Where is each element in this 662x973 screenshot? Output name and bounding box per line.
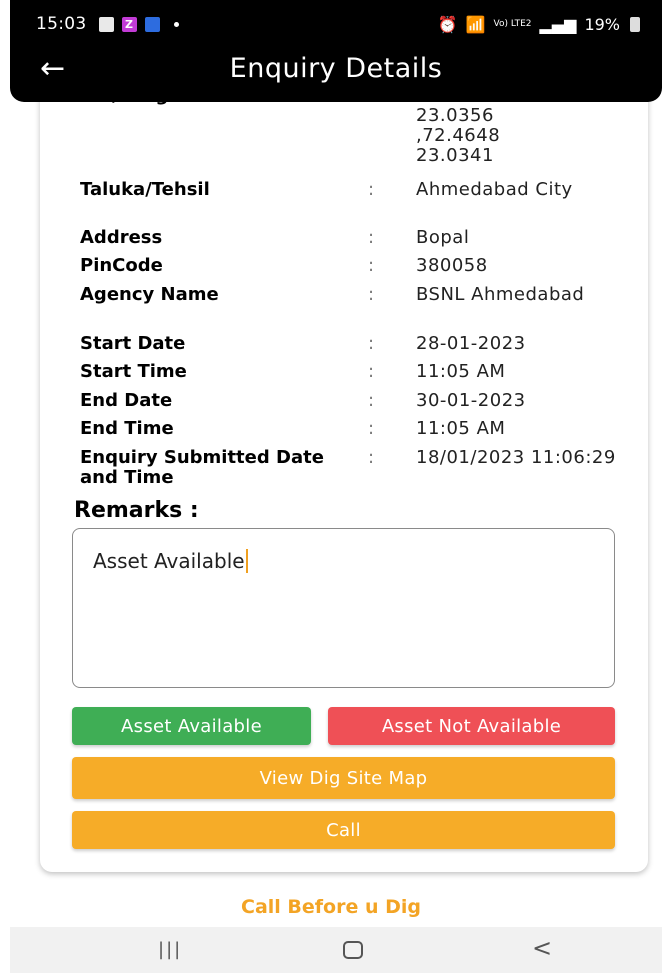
detail-colon: :	[368, 447, 375, 468]
detail-label: End Date	[80, 390, 173, 411]
detail-value: Bopal	[416, 227, 470, 248]
detail-colon: :	[368, 255, 375, 276]
latlong-line: 23.0356	[416, 105, 494, 126]
status-right: ⏰ 📶 Vo) LTE2 ▂▄▆ 19%	[438, 15, 640, 34]
nav-back-icon[interactable]: <	[532, 934, 552, 962]
zomato-notification-icon: Z	[121, 16, 137, 32]
app-notification-icon	[144, 16, 160, 32]
battery-percent: 19%	[584, 14, 620, 34]
android-nav-bar: ||| <	[10, 927, 662, 973]
detail-label: Start Date	[80, 333, 186, 354]
text-cursor	[245, 549, 248, 573]
detail-value: 18/01/2023 11:06:29	[416, 447, 616, 468]
detail-label: Agency Name	[80, 284, 219, 305]
alarm-icon: ⏰	[437, 14, 458, 34]
detail-value: 380058	[416, 255, 488, 276]
app-bar: ← Enquiry Details	[10, 50, 662, 92]
detail-value: 11:05 AM	[416, 361, 506, 382]
status-bar: 15:03 Z ⏰ 📶 Vo) LTE2 ▂▄▆ 19%	[36, 11, 640, 37]
detail-label: Taluka/Tehsil	[80, 179, 210, 200]
detail-colon: :	[368, 284, 375, 305]
detail-colon: :	[368, 390, 375, 411]
detail-colon: :	[368, 227, 375, 248]
asset-available-button[interactable]: Asset Available	[72, 707, 311, 745]
status-time: 15:03	[36, 14, 87, 34]
gallery-notification-icon	[98, 16, 114, 32]
detail-label: PinCode	[80, 255, 163, 276]
battery-icon	[630, 16, 640, 32]
detail-colon: :	[368, 179, 375, 200]
detail-colon: :	[368, 418, 375, 439]
network-info: Vo) LTE2	[493, 18, 532, 29]
top-bar: 15:03 Z ⏰ 📶 Vo) LTE2 ▂▄▆ 19% ← Enquiry D…	[10, 0, 662, 102]
call-button[interactable]: Call	[72, 811, 615, 849]
wifi-icon: 📶	[465, 14, 486, 34]
page-title: Enquiry Details	[229, 53, 443, 84]
more-notifications-dot-icon	[173, 21, 179, 27]
remarks-text: Asset Available	[93, 549, 245, 573]
latlong-line: 23.0341	[416, 145, 494, 166]
view-dig-site-map-button[interactable]: View Dig Site Map	[72, 757, 615, 799]
detail-colon: :	[368, 361, 375, 382]
detail-value: 30-01-2023	[416, 390, 526, 411]
recent-apps-icon[interactable]: |||	[158, 939, 182, 960]
detail-value: Ahmedabad City	[416, 179, 573, 200]
detail-label: Enquiry Submitted Date and Time	[80, 447, 324, 488]
home-icon[interactable]	[343, 941, 363, 959]
call-before-u-dig-link[interactable]: Call Before u Dig	[0, 896, 662, 918]
detail-label: End Time	[80, 418, 174, 439]
remarks-input[interactable]: Asset Available	[72, 528, 615, 688]
detail-value: 11:05 AM	[416, 418, 506, 439]
detail-label: Address	[80, 227, 163, 248]
asset-not-available-button[interactable]: Asset Not Available	[328, 707, 615, 745]
signal-icon: ▂▄▆	[539, 14, 577, 34]
detail-label: Start Time	[80, 361, 187, 382]
detail-value: BSNL Ahmedabad	[416, 284, 585, 305]
remarks-label: Remarks :	[74, 498, 199, 523]
latlong-line: ,72.4648	[416, 125, 501, 146]
detail-colon: :	[368, 333, 375, 354]
detail-value: 28-01-2023	[416, 333, 526, 354]
